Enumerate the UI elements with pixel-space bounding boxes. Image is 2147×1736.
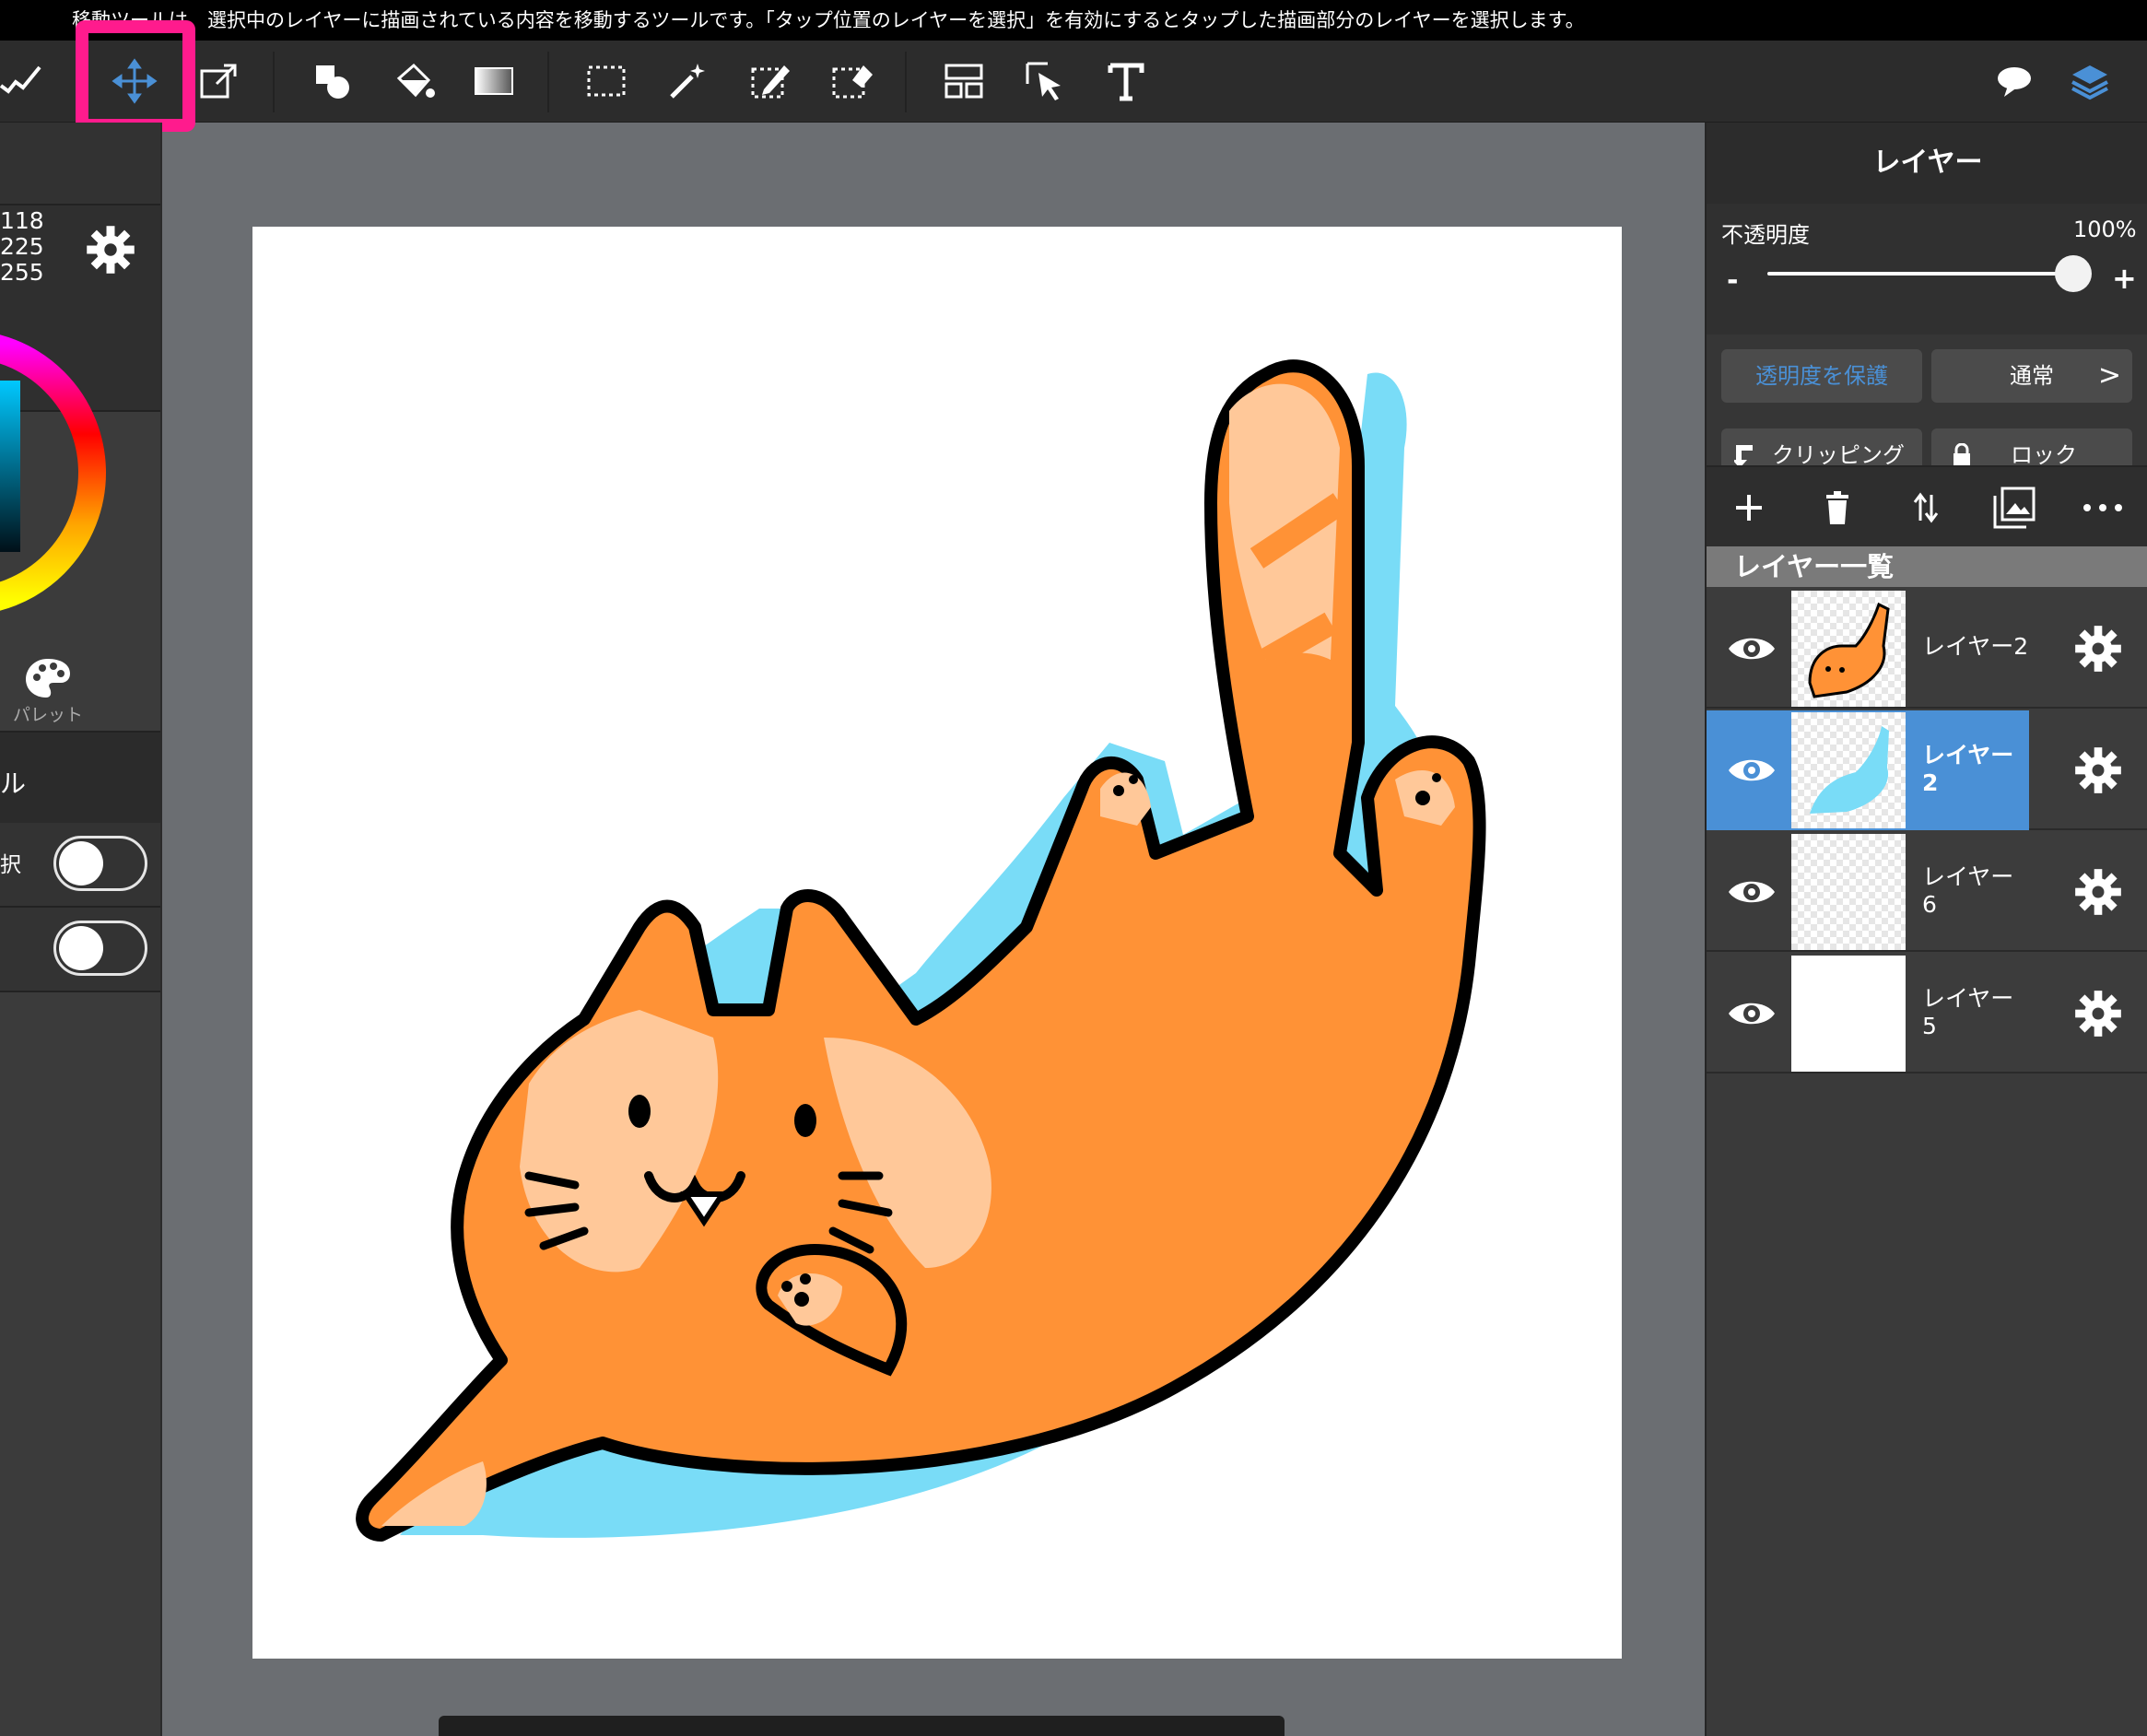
move-tool-highlight <box>76 20 195 132</box>
layer-thumbnail <box>1791 834 1906 950</box>
left-panel-header <box>0 123 160 204</box>
magic-wand-icon[interactable] <box>660 53 715 109</box>
speech-bubble-icon[interactable] <box>1987 53 2042 109</box>
clipping-label: クリッピング <box>1772 442 1905 468</box>
select-rect-icon[interactable] <box>579 53 634 109</box>
layer-row[interactable]: レイヤー2 <box>1707 589 2147 709</box>
color-settings-gear-icon[interactable] <box>85 224 136 276</box>
bucket-icon[interactable] <box>385 53 440 109</box>
palette-tab[interactable] <box>0 648 160 740</box>
more-icon[interactable] <box>2077 482 2129 534</box>
opacity-plus-button[interactable]: + <box>2112 261 2137 296</box>
blue-value: 255 <box>0 259 44 286</box>
transform-icon[interactable] <box>192 53 247 109</box>
shape-icon[interactable] <box>304 53 359 109</box>
blend-mode-label: 通常 <box>2010 363 2054 389</box>
second-option-toggle[interactable] <box>53 921 147 976</box>
gradient-icon[interactable] <box>466 53 522 109</box>
layer-list-header: レイヤー一覧 <box>1707 546 2147 587</box>
protect-alpha-button[interactable]: 透明度を保護 <box>1721 349 1922 403</box>
blend-mode-button[interactable]: 通常 > <box>1931 349 2132 403</box>
brush-icon[interactable] <box>0 53 50 109</box>
property-title-glyph: ル <box>0 768 27 799</box>
layer-thumbnail <box>1791 956 1906 1072</box>
text-icon[interactable] <box>1098 53 1154 109</box>
layer-panel: レイヤー 不透明度 100% - + 透明度を保護 通常 > クリッピング ロッ… <box>1705 123 2147 1736</box>
select-eraser-icon[interactable] <box>824 53 879 109</box>
cat-illustration <box>356 359 1486 1542</box>
tap-select-toggle[interactable] <box>53 836 147 891</box>
layer-row[interactable]: レイヤー 5 <box>1707 954 2147 1073</box>
layout-icon[interactable] <box>936 53 991 109</box>
layer-name: レイヤー 5 <box>1922 985 2014 1039</box>
opacity-label: 不透明度 <box>1721 222 1810 248</box>
select-pen-icon[interactable] <box>743 53 798 109</box>
opacity-slider-track[interactable] <box>1767 272 2071 276</box>
trash-icon[interactable] <box>1812 482 1863 534</box>
opacity-value: 100% <box>2073 217 2137 242</box>
left-panel: 118 225 255 パレット ル 択 <box>0 123 162 1736</box>
tool-hint-bar: 移動ツールは、選択中のレイヤーに描画されている内容を移動するツールです。「タップ… <box>0 0 2147 41</box>
red-value: 118 <box>0 207 44 234</box>
tap-select-row: 択 <box>0 823 160 908</box>
layer-name: レイヤー 6 <box>1922 863 2014 918</box>
layer-panel-title: レイヤー <box>1707 123 2147 204</box>
layer-settings-gear-icon[interactable] <box>2073 745 2123 795</box>
main-toolbar <box>0 41 2147 123</box>
drawing-canvas[interactable] <box>252 227 1622 1659</box>
tap-select-label: 択 <box>0 853 21 877</box>
tool-property-header: ル <box>0 731 160 825</box>
visibility-eye-icon[interactable] <box>1725 867 1778 917</box>
lock-icon <box>1953 443 1970 466</box>
lock-label: ロック <box>2011 442 2077 468</box>
layer-name: レイヤー2 <box>1922 633 2029 660</box>
layer-row-selected[interactable]: レイヤー 2 <box>1707 710 2147 830</box>
visibility-eye-icon[interactable] <box>1725 624 1778 674</box>
palette-icon <box>26 659 70 698</box>
chevron-right-icon: > <box>2097 359 2121 392</box>
second-option-row <box>0 908 160 992</box>
bottom-bar <box>439 1716 1285 1736</box>
layer-name: レイヤー 2 <box>1922 742 2014 796</box>
layer-actions <box>1707 465 2147 548</box>
operation-icon[interactable] <box>1017 53 1073 109</box>
layer-settings-gear-icon[interactable] <box>2073 989 2123 1038</box>
opacity-slider-knob[interactable] <box>2055 255 2092 292</box>
visibility-eye-icon[interactable] <box>1725 745 1778 795</box>
layer-row[interactable]: レイヤー 6 <box>1707 832 2147 952</box>
image-layer-icon[interactable] <box>1989 482 2040 534</box>
layer-settings-gear-icon[interactable] <box>2073 867 2123 917</box>
layer-thumbnail <box>1791 712 1906 828</box>
color-wheel[interactable] <box>0 307 160 648</box>
green-value: 225 <box>0 233 44 260</box>
layer-list-empty-area <box>1707 1073 2147 1736</box>
layer-settings-gear-icon[interactable] <box>2073 624 2123 674</box>
opacity-minus-button[interactable]: - <box>1727 264 1738 297</box>
move-layer-icon[interactable] <box>1900 482 1952 534</box>
layers-icon[interactable] <box>2062 53 2118 109</box>
layer-thumbnail <box>1791 591 1906 707</box>
palette-label: パレット <box>13 705 84 725</box>
layer-options: 透明度を保護 通常 > クリッピング ロック <box>1707 334 2147 482</box>
add-layer-icon[interactable] <box>1723 482 1775 534</box>
visibility-eye-icon[interactable] <box>1725 989 1778 1038</box>
